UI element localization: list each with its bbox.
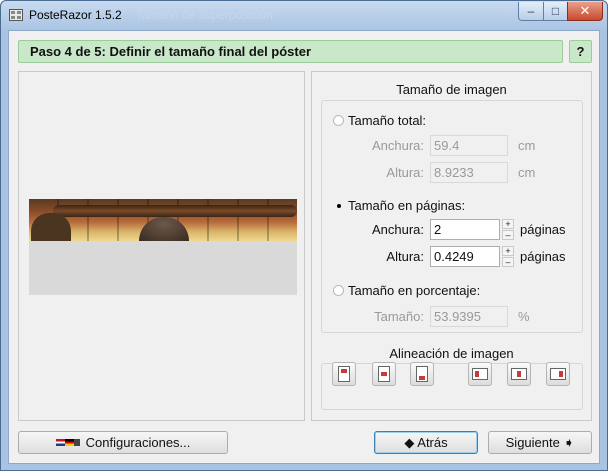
align-bottom-button[interactable] xyxy=(410,362,434,386)
image-size-title: Tamaño de imagen xyxy=(396,82,507,97)
percent-size-field[interactable]: 53.9395 xyxy=(430,306,508,327)
align-left-button[interactable] xyxy=(468,362,492,386)
spin-down-icon[interactable]: – xyxy=(502,230,514,240)
app-window: PosteRazor 1.5.2 Tamaño de superposición… xyxy=(0,0,608,471)
align-center-horizontal-icon xyxy=(511,368,527,380)
maximize-button[interactable]: □ xyxy=(543,2,568,21)
close-icon: ✕ xyxy=(579,3,591,18)
total-width-field[interactable]: 59.4 xyxy=(430,135,508,156)
close-button[interactable]: ✕ xyxy=(567,2,603,21)
align-right-button[interactable] xyxy=(546,362,570,386)
align-center-vertical-button[interactable] xyxy=(372,362,396,386)
radio-dot-icon xyxy=(333,285,344,296)
radio-pages-size[interactable]: Tamaño en páginas: xyxy=(333,198,465,213)
radio-percent-size-label: Tamaño en porcentaje: xyxy=(348,283,481,298)
help-button[interactable]: ? xyxy=(569,40,592,63)
align-top-icon xyxy=(338,366,350,382)
alignment-title: Alineación de imagen xyxy=(389,346,514,361)
pages-height-field[interactable]: 0.4249 xyxy=(430,246,500,267)
step-title: Paso 4 de 5: Definir el tamaño final del… xyxy=(18,40,563,63)
image-size-group: Tamaño total: Anchura: 59.4 cm Altura: 8… xyxy=(321,100,583,333)
percent-size-label: Tamaño: xyxy=(374,309,424,324)
total-width-label: Anchura: xyxy=(371,138,424,153)
align-bottom-icon xyxy=(416,366,428,382)
radio-total-size-label: Tamaño total: xyxy=(348,113,427,128)
pages-width-stepper[interactable]: + – xyxy=(502,219,514,240)
preview-canvas xyxy=(29,199,297,295)
total-height-label: Altura: xyxy=(386,165,424,180)
total-height-field[interactable]: 8.9233 xyxy=(430,162,508,183)
spin-up-icon[interactable]: + xyxy=(502,246,514,256)
pages-height-stepper[interactable]: + – xyxy=(502,246,514,267)
alignment-group xyxy=(321,363,583,410)
pages-width-label: Anchura: xyxy=(371,222,424,237)
minimize-button[interactable]: – xyxy=(518,2,544,21)
client-area: Paso 4 de 5: Definir el tamaño final del… xyxy=(8,30,600,464)
minimize-icon: – xyxy=(527,4,535,18)
settings-button[interactable]: Configuraciones... xyxy=(18,431,228,454)
window-title: PosteRazor 1.5.2 xyxy=(29,8,122,22)
poster-image xyxy=(29,199,297,241)
total-height-unit: cm xyxy=(518,165,536,180)
radio-total-size[interactable]: Tamaño total: xyxy=(333,113,426,128)
radio-dot-icon xyxy=(333,115,344,126)
app-icon xyxy=(9,9,23,21)
settings-button-label: Configuraciones... xyxy=(85,435,191,450)
radio-pages-size-label: Tamaño en páginas: xyxy=(348,198,466,213)
align-right-icon xyxy=(550,368,566,380)
poster-preview xyxy=(18,71,305,421)
radio-selected-icon xyxy=(333,200,344,211)
align-center-vertical-icon xyxy=(378,366,390,382)
percent-size-unit: % xyxy=(518,309,530,324)
align-left-icon xyxy=(472,368,488,380)
pages-height-unit: páginas xyxy=(520,249,566,264)
title-bar[interactable]: PosteRazor 1.5.2 Tamaño de superposición… xyxy=(1,1,607,31)
back-button[interactable]: ◆ Atrás xyxy=(374,431,478,454)
radio-percent-size[interactable]: Tamaño en porcentaje: xyxy=(333,283,480,298)
spin-down-icon[interactable]: – xyxy=(502,257,514,267)
maximize-icon: □ xyxy=(551,4,560,18)
next-button[interactable]: Siguiente ➧ xyxy=(488,431,592,454)
background-window-title: Tamaño de superposición xyxy=(136,8,273,22)
spin-up-icon[interactable]: + xyxy=(502,219,514,229)
pages-width-unit: páginas xyxy=(520,222,566,237)
language-flags-icon xyxy=(55,439,80,446)
align-center-horizontal-button[interactable] xyxy=(507,362,531,386)
total-width-unit: cm xyxy=(518,138,536,153)
pages-width-field[interactable]: 2 xyxy=(430,219,500,240)
align-top-button[interactable] xyxy=(332,362,356,386)
pages-height-label: Altura: xyxy=(386,249,424,264)
